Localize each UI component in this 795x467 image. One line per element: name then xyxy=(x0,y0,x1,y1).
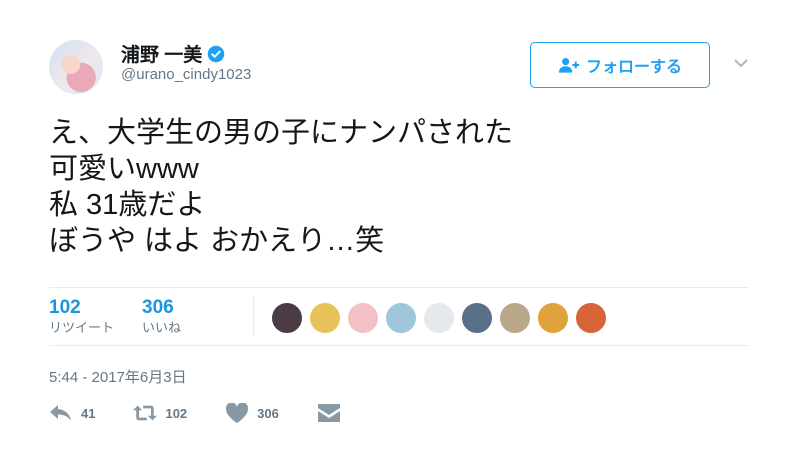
retweet-button[interactable]: 102 xyxy=(133,403,187,423)
tweet-actions: 41 102 306 xyxy=(49,403,387,423)
user-name[interactable]: 浦野 一美 xyxy=(121,40,202,67)
liker-avatar[interactable] xyxy=(461,302,493,334)
like-button[interactable]: 306 xyxy=(225,403,279,423)
tweet-text: え、大学生の男の子にナンパされた 可愛いwww 私 31歳だよ ぼうや はよ お… xyxy=(49,117,514,257)
retweet-stat[interactable]: 102 リツイート xyxy=(49,297,114,337)
liker-avatar[interactable] xyxy=(575,302,607,334)
like-stat[interactable]: 306 いいね xyxy=(142,297,181,337)
retweet-icon xyxy=(133,405,158,421)
follow-button-label: フォローする xyxy=(585,59,682,76)
liker-avatar[interactable] xyxy=(385,302,417,334)
liker-avatars xyxy=(271,302,613,334)
direct-message-button[interactable] xyxy=(317,403,349,423)
like-count: 306 xyxy=(142,296,174,318)
stats-separator xyxy=(253,296,254,336)
user-handle[interactable]: @urano_cindy1023 xyxy=(121,66,251,83)
retweet-label: リツイート xyxy=(49,319,115,335)
like-label: いいね xyxy=(142,319,182,335)
envelope-icon xyxy=(317,404,340,422)
tweet-timestamp[interactable]: 5:44 - 2017年6月3日 xyxy=(49,366,187,387)
retweet-action-count: 102 xyxy=(165,405,188,421)
verified-badge-icon xyxy=(208,45,225,62)
liker-avatar[interactable] xyxy=(537,302,569,334)
retweet-count: 102 xyxy=(49,296,81,318)
tweet-stats: 102 リツイート 306 いいね xyxy=(49,288,209,345)
liker-avatar[interactable] xyxy=(423,302,455,334)
add-user-icon xyxy=(558,58,580,73)
reply-count: 41 xyxy=(81,405,96,421)
reply-icon xyxy=(50,405,71,421)
divider xyxy=(49,345,749,346)
avatar[interactable] xyxy=(49,40,103,94)
liker-avatar[interactable] xyxy=(347,302,379,334)
liker-avatar[interactable] xyxy=(499,302,531,334)
user-name-row: 浦野 一美 xyxy=(121,40,225,67)
like-action-count: 306 xyxy=(257,405,279,421)
chevron-down-icon[interactable] xyxy=(733,57,749,69)
follow-button[interactable]: フォローする xyxy=(530,42,710,88)
liker-avatar[interactable] xyxy=(271,302,303,334)
heart-icon xyxy=(226,403,249,423)
liker-avatar[interactable] xyxy=(309,302,341,334)
reply-button[interactable]: 41 xyxy=(49,403,95,423)
